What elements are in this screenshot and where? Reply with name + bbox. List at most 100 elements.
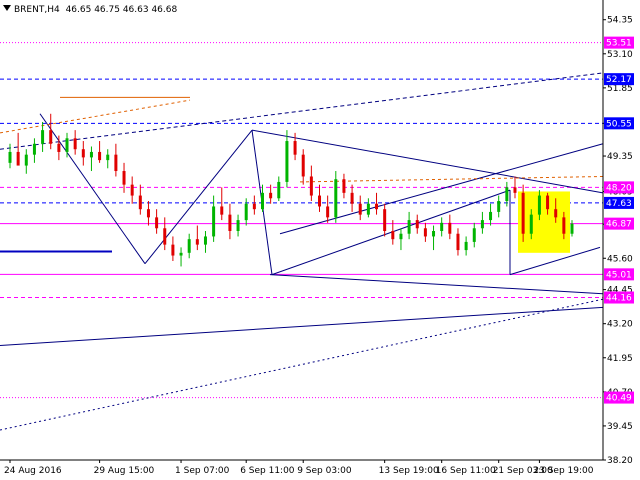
candle-body — [423, 228, 427, 237]
candle-body — [464, 241, 468, 251]
y-tick-label: 49.35 — [607, 152, 633, 162]
highlight-zone — [518, 191, 570, 253]
candle-body — [529, 214, 533, 234]
candle-body — [505, 187, 509, 202]
chart-header: BRENT,H4 46.65 46.75 46.63 46.68 — [3, 5, 177, 15]
candle-body — [513, 187, 517, 193]
x-tick-label: 13 Sep 19:00 — [379, 466, 439, 476]
candle-body — [432, 231, 436, 237]
candle-body — [179, 252, 183, 256]
level-badge-label: 40.49 — [606, 394, 632, 404]
candle-body — [81, 149, 85, 158]
candle-body — [24, 154, 28, 166]
y-tick-label: 51.85 — [607, 84, 633, 94]
candle-body — [546, 195, 550, 210]
candle-body — [114, 154, 118, 172]
candle-body — [399, 233, 403, 240]
symbol-label: BRENT,H4 — [14, 5, 60, 15]
level-badge-label: 48.20 — [606, 183, 632, 193]
candle-body — [155, 217, 159, 229]
candle-body — [358, 203, 362, 215]
candle-body — [366, 203, 370, 215]
candle-body — [146, 209, 150, 218]
candle-body — [407, 220, 411, 234]
candle-body — [489, 211, 493, 221]
candle-body — [277, 181, 281, 199]
candle-body — [244, 203, 248, 221]
candle-body — [73, 138, 77, 150]
candle-body — [236, 220, 240, 231]
level-badge-label: 44.16 — [606, 294, 632, 304]
x-tick-label: 9 Sep 03:00 — [297, 466, 352, 476]
candle-body — [269, 192, 273, 199]
candle-body — [171, 244, 175, 256]
candle-body — [570, 223, 574, 234]
y-tick-label: 43.20 — [607, 320, 633, 330]
candle-body — [130, 184, 134, 196]
candle-body — [195, 239, 199, 245]
candle-body — [480, 220, 484, 229]
candle-body — [98, 151, 102, 161]
candle-body — [187, 239, 191, 253]
candle-body — [252, 203, 256, 210]
chart-svg: 54.3553.1051.8550.5549.3548.0546.8545.60… — [0, 0, 640, 480]
candle-body — [391, 231, 395, 240]
candle-body — [220, 206, 224, 215]
y-tick-label: 53.10 — [607, 50, 633, 60]
level-badge-label: 47.63 — [606, 199, 632, 209]
y-tick-label: 45.60 — [607, 254, 633, 264]
candle-body — [212, 206, 216, 237]
level-badge-label: 45.01 — [606, 270, 632, 280]
candle-body — [16, 151, 20, 166]
level-badge-label: 50.55 — [606, 119, 632, 129]
candle-body — [32, 143, 36, 155]
chart: 54.3553.1051.8550.5549.3548.0546.8545.60… — [0, 0, 640, 480]
candle-body — [334, 179, 338, 218]
ohlc-values: 46.65 46.75 46.63 46.68 — [66, 5, 178, 15]
candle-body — [203, 236, 207, 245]
candle-body — [57, 143, 61, 152]
chart-title: BRENT,H4 46.65 46.75 46.63 46.68 — [14, 5, 177, 15]
candle-body — [163, 228, 167, 245]
candle-body — [342, 179, 346, 193]
candle-body — [138, 195, 142, 210]
y-tick-label: 39.45 — [607, 422, 633, 432]
level-badge-label: 52.17 — [606, 75, 632, 85]
candle-body — [375, 203, 379, 210]
candle-body — [440, 222, 444, 231]
x-tick-label: 23 Sep 19:00 — [533, 466, 593, 476]
candle-body — [472, 228, 476, 242]
level-badge-label: 46.87 — [606, 220, 632, 230]
x-tick-label: 1 Sep 07:00 — [175, 466, 230, 476]
y-tick-label: 38.20 — [607, 456, 633, 466]
candle-body — [415, 220, 419, 229]
candle-body — [106, 154, 110, 161]
y-tick-label: 54.35 — [607, 16, 633, 26]
candle-body — [318, 195, 322, 207]
candle-body — [497, 201, 501, 212]
candle-body — [309, 176, 313, 196]
candle-body — [260, 192, 264, 210]
y-tick-label: 41.95 — [607, 354, 633, 364]
candle-body — [228, 214, 232, 231]
candle-body — [49, 130, 53, 144]
candle-body — [448, 222, 452, 234]
highlight-box — [518, 191, 570, 253]
candle-body — [537, 195, 541, 215]
x-tick-label: 6 Sep 11:00 — [240, 466, 295, 476]
candle-body — [122, 171, 126, 185]
x-tick-label: 24 Aug 2016 — [4, 466, 62, 476]
candle-body — [8, 151, 12, 163]
level-badge-label: 53.51 — [606, 39, 632, 49]
candle-body — [383, 209, 387, 231]
candle-body — [41, 130, 45, 144]
candle-body — [554, 209, 558, 218]
candle-body — [350, 192, 354, 204]
candle-body — [521, 192, 525, 234]
x-tick-label: 29 Aug 15:00 — [94, 466, 155, 476]
candle-body — [65, 138, 69, 152]
candle-body — [326, 206, 330, 218]
candle-body — [293, 141, 297, 155]
candle-body — [456, 233, 460, 251]
candle-body — [301, 154, 305, 177]
